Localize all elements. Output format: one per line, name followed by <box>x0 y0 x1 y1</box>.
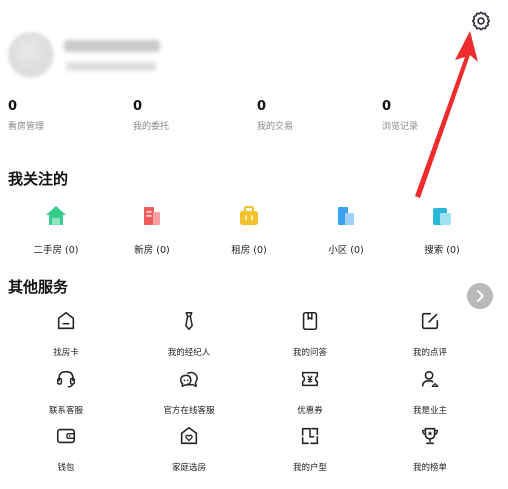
service-find-card[interactable]: 找房卡 <box>21 310 111 358</box>
service-rankings[interactable]: 我的榜单 <box>385 425 475 473</box>
services-section-title: 其他服务 <box>8 278 69 296</box>
avatar[interactable] <box>8 32 54 78</box>
follow-label: 小区 (0) <box>328 245 364 256</box>
service-label: 我的问答 <box>292 348 327 358</box>
service-floorplan[interactable]: 我的户型 <box>265 425 355 473</box>
stat-value: 0 <box>8 99 18 114</box>
service-label: 官方在线客服 <box>163 406 215 416</box>
stat-history[interactable]: 0 浏览记录 <box>382 99 482 133</box>
follow-label: 新房 (0) <box>134 245 170 256</box>
follow-label: 租房 (0) <box>231 245 267 256</box>
service-my-agent[interactable]: 我的经纪人 <box>144 310 234 358</box>
service-label: 家庭选房 <box>171 463 206 473</box>
stat-label: 我的委托 <box>133 122 170 132</box>
owner-icon <box>421 370 439 387</box>
home-heart-icon <box>180 426 198 445</box>
briefcase-icon <box>240 206 258 225</box>
follow-item-newhome[interactable]: 新房 (0) <box>107 204 197 256</box>
service-label: 我的点评 <box>412 348 447 358</box>
house-icon <box>46 206 66 225</box>
follow-label: 二手房 (0) <box>33 245 79 256</box>
service-wallet[interactable]: 钱包 <box>21 425 111 473</box>
next-button[interactable] <box>467 283 493 309</box>
follow-item-community[interactable]: 小区 (0) <box>301 204 391 256</box>
service-contact-support[interactable]: 联系客服 <box>21 368 111 416</box>
follow-item-search[interactable]: 搜索 (0) <box>397 204 487 256</box>
service-label: 我是业主 <box>412 406 447 416</box>
service-coupons[interactable]: 优惠券 <box>265 368 355 416</box>
stat-label: 浏览记录 <box>382 122 419 132</box>
stat-entrust[interactable]: 0 我的委托 <box>133 99 233 133</box>
stat-value: 0 <box>133 99 143 114</box>
trophy-icon <box>421 427 439 445</box>
user-subtitle-blurred <box>66 62 156 71</box>
service-online-support[interactable]: 官方在线客服 <box>144 368 234 416</box>
service-owner[interactable]: 我是业主 <box>385 368 475 416</box>
user-name-blurred <box>64 40 160 52</box>
stat-value: 0 <box>382 99 392 114</box>
stat-viewing[interactable]: 0 看房管理 <box>8 99 108 133</box>
bookmark-icon <box>302 311 318 331</box>
stat-deals[interactable]: 0 我的交易 <box>257 99 357 133</box>
chat-icon <box>180 371 198 388</box>
service-label: 优惠券 <box>297 406 323 416</box>
service-label: 找房卡 <box>53 348 79 358</box>
follow-section-title: 我关注的 <box>8 170 69 188</box>
service-my-reviews[interactable]: 我的点评 <box>385 310 475 358</box>
card-icon <box>57 311 75 330</box>
service-family-pick[interactable]: 家庭选房 <box>144 425 234 473</box>
stat-label: 我的交易 <box>257 122 294 132</box>
building-icon <box>144 207 160 225</box>
service-label: 我的户型 <box>292 463 327 473</box>
tie-icon <box>185 312 193 330</box>
service-label: 联系客服 <box>48 406 83 416</box>
follow-item-secondhand[interactable]: 二手房 (0) <box>11 204 101 256</box>
stat-label: 看房管理 <box>8 122 45 132</box>
tower-icon <box>338 207 354 225</box>
chevron-right-icon <box>477 290 484 302</box>
service-label: 我的榜单 <box>412 463 447 473</box>
floorplan-icon <box>301 427 319 445</box>
stat-value: 0 <box>257 99 267 114</box>
headset-icon <box>57 370 75 388</box>
wallet-icon <box>56 428 76 444</box>
service-label: 我的经纪人 <box>167 348 211 358</box>
coupon-icon <box>301 371 319 387</box>
service-label: 钱包 <box>57 463 75 473</box>
service-my-qa[interactable]: 我的问答 <box>265 310 355 358</box>
edit-icon <box>421 312 439 330</box>
follow-label: 搜索 (0) <box>424 245 460 256</box>
search-doc-icon <box>433 208 451 225</box>
follow-item-rent[interactable]: 租房 (0) <box>204 204 294 256</box>
gear-icon[interactable] <box>470 10 492 32</box>
